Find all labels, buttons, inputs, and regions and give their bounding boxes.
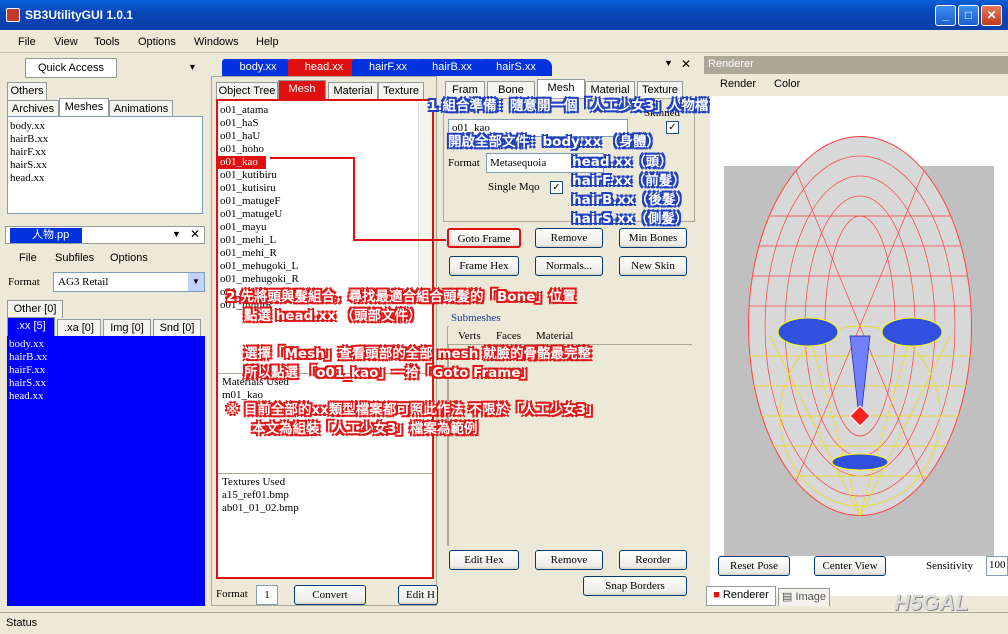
- annotation-hairB: hairB.xx（後髮）: [572, 192, 689, 208]
- annotation-hairS: hairS.xx（側髮）: [572, 211, 689, 227]
- annotation-select-mesh: 選擇「Mesh」查看頭部的全部 mesh 就臉的骨骼最完整: [244, 346, 592, 362]
- annotation-note: ※ 目前全部的xx類型檔案都可照此作法 不限於「人工少女3」: [226, 402, 600, 418]
- annotation-head: head.xx（頭）: [572, 154, 673, 170]
- annotation-hairF: hairF.xx（前髮）: [572, 173, 686, 189]
- annotation-step1: 1.組合準備：隨意開一個「人工少女3」人物檔: [428, 98, 709, 114]
- annotation-example: 本文為組裝「人工少女3」檔案為範例: [252, 421, 478, 437]
- annotation-open-files: 開啟全部文件：body.xx （身體）: [448, 134, 660, 150]
- annotation-goto-frame: 所以點選 「o01_kao」一拾「Goto Frame」: [244, 365, 535, 381]
- annotation-select-head: 點選 head.xx （頭部文件）: [244, 308, 422, 324]
- annotation-step2: 2.先將頭與髮組合，尋找最適合組合頭髮的「Bone」位置: [226, 289, 576, 305]
